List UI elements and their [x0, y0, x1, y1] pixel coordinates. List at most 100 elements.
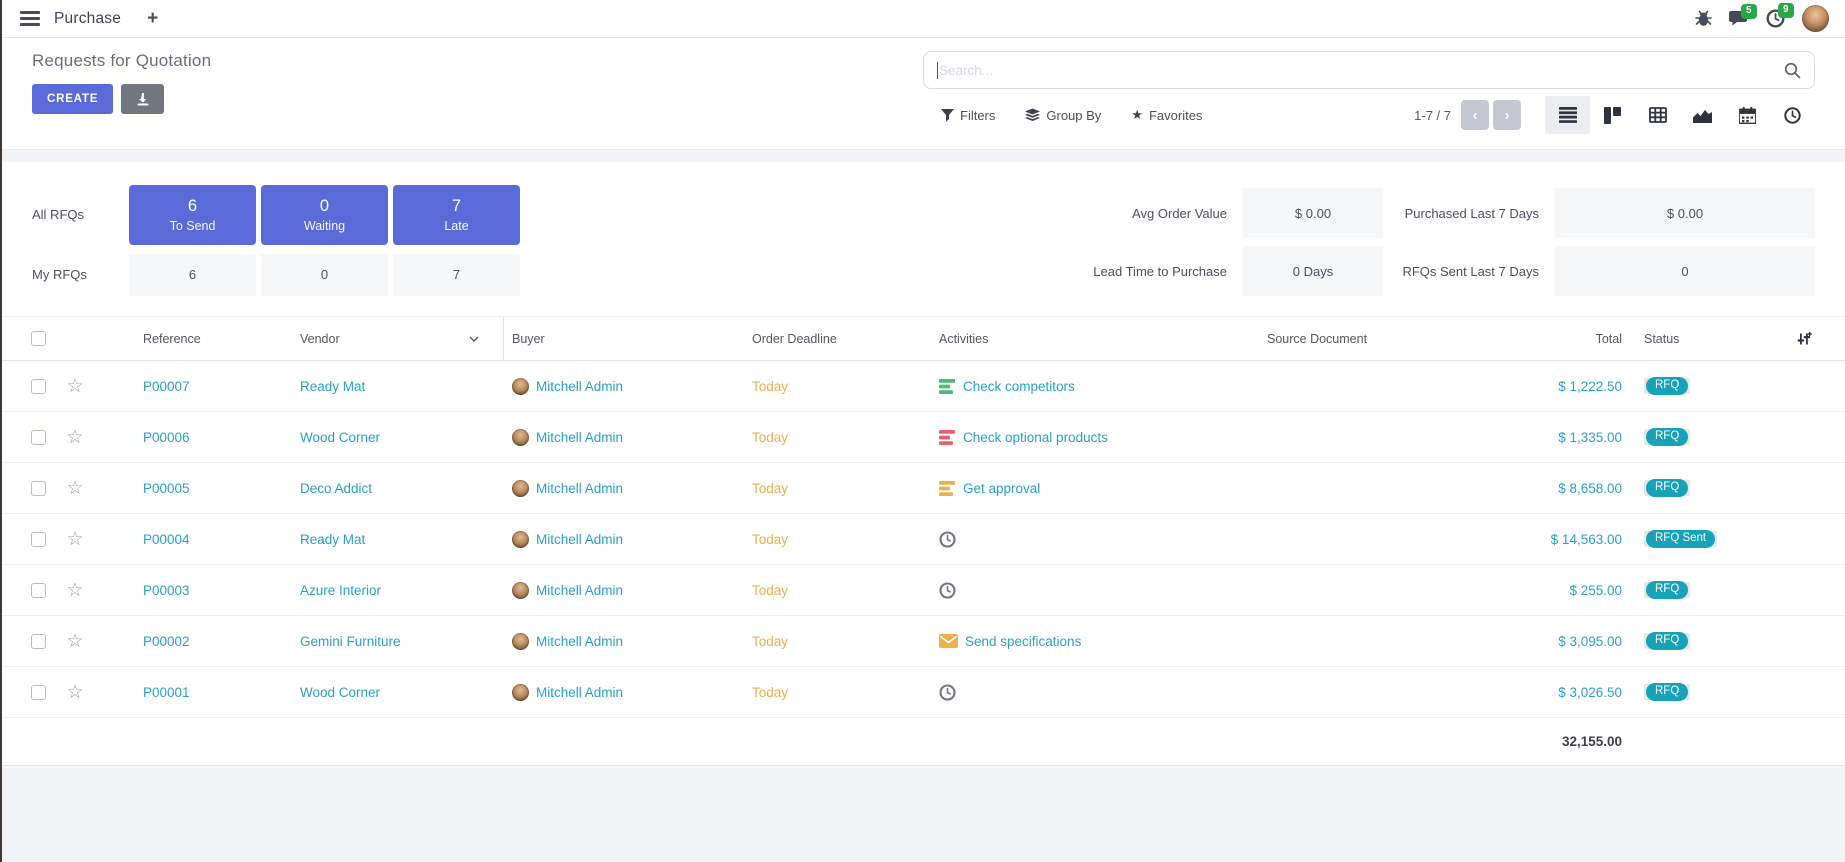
- table-row[interactable]: ☆P00003Azure InteriorMitchell AdminToday…: [2, 565, 1845, 616]
- late-button[interactable]: 7 Late: [393, 185, 520, 245]
- buyer-name[interactable]: Mitchell Admin: [536, 379, 623, 394]
- vendor-link[interactable]: Wood Corner: [300, 430, 380, 445]
- table-row[interactable]: ☆P00005Deco AddictMitchell AdminTodayGet…: [2, 463, 1845, 514]
- header-source-document[interactable]: Source Document: [1264, 317, 1512, 360]
- row-checkbox[interactable]: [31, 532, 46, 547]
- all-rfqs-label: All RFQs: [32, 207, 124, 222]
- clock-icon: [939, 582, 956, 599]
- favorite-star-icon[interactable]: ☆: [66, 683, 83, 702]
- sort-chevron-down-icon: [469, 336, 479, 342]
- activity-label[interactable]: Check optional products: [963, 430, 1108, 445]
- row-checkbox[interactable]: [31, 583, 46, 598]
- header-buyer[interactable]: Buyer: [504, 317, 744, 360]
- reference-link[interactable]: P00001: [143, 685, 190, 700]
- table-body: ☆ P00007 Ready Mat Mitchell Admin Today Check…: [2, 361, 1845, 718]
- header-order-deadline[interactable]: Order Deadline: [744, 317, 934, 360]
- calendar-view-button[interactable]: [1725, 96, 1770, 134]
- buyer-name[interactable]: Mitchell Admin: [536, 685, 623, 700]
- my-waiting-value[interactable]: 0: [261, 254, 388, 296]
- reference-link[interactable]: P00002: [143, 634, 190, 649]
- activities-clock-icon[interactable]: 9: [1766, 9, 1785, 28]
- row-checkbox[interactable]: [31, 430, 46, 445]
- new-tab-plus-icon[interactable]: +: [147, 9, 158, 28]
- favorite-star-icon[interactable]: ☆: [66, 428, 83, 447]
- table-row[interactable]: ☆P00001Wood CornerMitchell AdminToday$ 3…: [2, 667, 1845, 718]
- debug-bug-icon[interactable]: [1695, 10, 1712, 27]
- buyer-name[interactable]: Mitchell Admin: [536, 430, 623, 445]
- messages-icon[interactable]: 5: [1729, 10, 1749, 28]
- graph-view-button[interactable]: [1680, 96, 1725, 134]
- favorite-star-icon[interactable]: ☆: [66, 479, 83, 498]
- kpi-label: RFQs Sent Last 7 Days: [1399, 264, 1539, 279]
- vendor-link[interactable]: Deco Addict: [300, 481, 372, 496]
- group-by-button[interactable]: Group By: [1025, 108, 1101, 123]
- header-activities[interactable]: Activities: [934, 317, 1264, 360]
- header-total[interactable]: Total: [1512, 317, 1622, 360]
- to-send-button[interactable]: 6 To Send: [129, 185, 256, 245]
- vendor-link[interactable]: Ready Mat: [300, 532, 365, 547]
- favorite-star-icon[interactable]: ☆: [66, 530, 83, 549]
- waiting-button[interactable]: 0 Waiting: [261, 185, 388, 245]
- favorite-star-icon[interactable]: ☆: [66, 581, 83, 600]
- list-view-button[interactable]: [1545, 96, 1590, 134]
- header-status[interactable]: Status: [1622, 317, 1772, 360]
- header-reference[interactable]: Reference: [98, 317, 273, 360]
- row-checkbox[interactable]: [31, 481, 46, 496]
- kpi-label: Lead Time to Purchase: [897, 264, 1227, 279]
- view-switcher: [1545, 96, 1815, 134]
- table-row[interactable]: ☆P00002Gemini FurnitureMitchell AdminTod…: [2, 616, 1845, 667]
- buyer-name[interactable]: Mitchell Admin: [536, 583, 623, 598]
- order-deadline: Today: [752, 430, 788, 445]
- systray: 5 9: [1695, 5, 1835, 32]
- optional-columns-sliders-icon[interactable]: [1796, 331, 1812, 347]
- select-all-checkbox[interactable]: [31, 331, 46, 346]
- buyer-name[interactable]: Mitchell Admin: [536, 634, 623, 649]
- pivot-view-button[interactable]: [1635, 96, 1680, 134]
- kpi-grid: Avg Order Value $ 0.00 Purchased Last 7 …: [897, 184, 1815, 296]
- kanban-view-button[interactable]: [1590, 96, 1635, 134]
- reference-link[interactable]: P00006: [143, 430, 190, 445]
- my-to-send-value[interactable]: 6: [129, 254, 256, 296]
- table-row[interactable]: ☆ P00006 Wood Corner Mitchell Admin Today Che…: [2, 412, 1845, 463]
- favorite-star-icon[interactable]: ☆: [66, 377, 83, 396]
- vendor-link[interactable]: Gemini Furniture: [300, 634, 401, 649]
- vendor-link[interactable]: Ready Mat: [300, 379, 365, 394]
- kpi-value: 0: [1555, 246, 1815, 296]
- export-button[interactable]: [121, 84, 164, 114]
- reference-link[interactable]: P00005: [143, 481, 190, 496]
- search-icon[interactable]: [1784, 62, 1801, 79]
- search-input[interactable]: [938, 63, 1784, 78]
- activity-label[interactable]: Send specifications: [965, 634, 1081, 649]
- reference-link[interactable]: P00003: [143, 583, 190, 598]
- reference-link[interactable]: P00007: [143, 379, 190, 394]
- filters-button[interactable]: Filters: [941, 108, 995, 123]
- buyer-name[interactable]: Mitchell Admin: [536, 532, 623, 547]
- create-button[interactable]: CREATE: [32, 84, 113, 114]
- user-avatar[interactable]: [1802, 5, 1829, 32]
- vendor-link[interactable]: Azure Interior: [300, 583, 381, 598]
- row-checkbox[interactable]: [31, 379, 46, 394]
- pager-next-button[interactable]: ›: [1493, 100, 1521, 130]
- reference-link[interactable]: P00004: [143, 532, 190, 547]
- app-name[interactable]: Purchase: [54, 10, 121, 28]
- vendor-link[interactable]: Wood Corner: [300, 685, 380, 700]
- apps-menu-icon[interactable]: [20, 11, 40, 26]
- my-late-value[interactable]: 7: [393, 254, 520, 296]
- pager-previous-button[interactable]: ‹: [1461, 100, 1489, 130]
- header-vendor[interactable]: Vendor: [273, 317, 504, 360]
- row-checkbox[interactable]: [31, 634, 46, 649]
- activity-label[interactable]: Check competitors: [963, 379, 1075, 394]
- row-checkbox[interactable]: [31, 685, 46, 700]
- total-amount: $ 3,026.50: [1558, 685, 1622, 700]
- kpi-value: 0 Days: [1243, 246, 1383, 296]
- table-row[interactable]: ☆P00004Ready MatMitchell AdminToday$ 14,…: [2, 514, 1845, 565]
- search-box[interactable]: [923, 51, 1815, 89]
- status-badge: RFQ: [1644, 684, 1690, 700]
- table-row[interactable]: ☆P00007Ready MatMitchell AdminTodayCheck…: [2, 361, 1845, 412]
- activity-view-button[interactable]: [1770, 96, 1815, 134]
- favorites-button[interactable]: ★ Favorites: [1131, 107, 1202, 123]
- activity-label[interactable]: Get approval: [963, 481, 1040, 496]
- rfq-counters: All RFQs 6 To Send 0 Waiting 7 Late My R…: [32, 184, 520, 296]
- favorite-star-icon[interactable]: ☆: [66, 632, 83, 651]
- buyer-name[interactable]: Mitchell Admin: [536, 481, 623, 496]
